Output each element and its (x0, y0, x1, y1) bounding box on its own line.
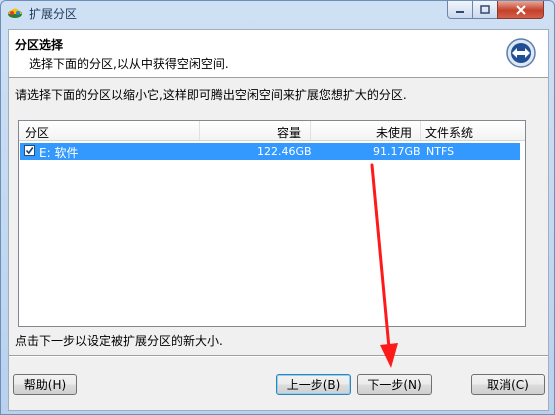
minimize-icon (456, 10, 464, 13)
column-header-unused[interactable]: 未使用 (376, 124, 412, 141)
back-button-label: 上一步(B) (286, 378, 341, 392)
partition-list[interactable]: 分区 容量 未使用 文件系统 E: 软件 122.46GB 91.17GB NT… (18, 120, 526, 327)
back-button[interactable]: 上一步(B) (276, 374, 351, 395)
column-header-partition[interactable]: 分区 (25, 124, 49, 141)
page-subtitle: 选择下面的分区,以从中获得空闲空间. (29, 57, 229, 71)
title-bar[interactable]: 扩展分区 (1, 1, 554, 23)
column-divider (199, 121, 200, 140)
column-header-filesystem[interactable]: 文件系统 (425, 124, 473, 141)
next-button-label: 下一步(N) (367, 378, 422, 392)
instruction-text: 请选择下面的分区以缩小它,这样即可腾出空闲空间来扩展您想扩大的分区. (15, 88, 407, 102)
partition-name: E: 软件 (39, 146, 79, 160)
next-button[interactable]: 下一步(N) (357, 374, 432, 395)
divider (9, 355, 548, 357)
table-row[interactable]: E: 软件 122.46GB 91.17GB NTFS (20, 143, 520, 160)
column-divider (310, 121, 311, 140)
resize-partition-icon (506, 38, 536, 68)
help-button-label: 帮助(H) (23, 378, 67, 392)
app-window: 扩展分区 分区选择 选择下面的分区,以从中获得空闲空间. 请选择下面的分区以缩小… (0, 0, 555, 415)
close-icon (515, 4, 526, 15)
column-header-capacity[interactable]: 容量 (277, 124, 301, 141)
help-button[interactable]: 帮助(H) (13, 374, 77, 395)
column-divider (420, 121, 421, 140)
partition-filesystem: NTFS (426, 145, 455, 158)
partition-checkbox[interactable] (24, 145, 35, 156)
cancel-button-label: 取消(C) (487, 378, 529, 392)
wizard-body: 分区选择 选择下面的分区,以从中获得空闲空间. 请选择下面的分区以缩小它,这样即… (8, 29, 549, 411)
window-title: 扩展分区 (29, 7, 78, 21)
partition-unused: 91.17GB (373, 145, 421, 158)
partition-capacity: 122.46GB (257, 145, 312, 158)
page-title: 分区选择 (15, 38, 64, 52)
checkmark-icon (25, 147, 34, 155)
hint-text: 点击下一步以设定被扩展分区的新大小. (15, 334, 223, 348)
app-logo-icon (8, 8, 22, 18)
maximize-icon (480, 5, 490, 14)
close-button[interactable] (497, 1, 544, 19)
maximize-button[interactable] (472, 1, 498, 19)
wizard-header: 分区选择 选择下面的分区,以从中获得空闲空间. (9, 30, 548, 78)
cancel-button[interactable]: 取消(C) (471, 374, 545, 395)
minimize-button[interactable] (447, 1, 473, 19)
list-header: 分区 容量 未使用 文件系统 (19, 121, 525, 141)
